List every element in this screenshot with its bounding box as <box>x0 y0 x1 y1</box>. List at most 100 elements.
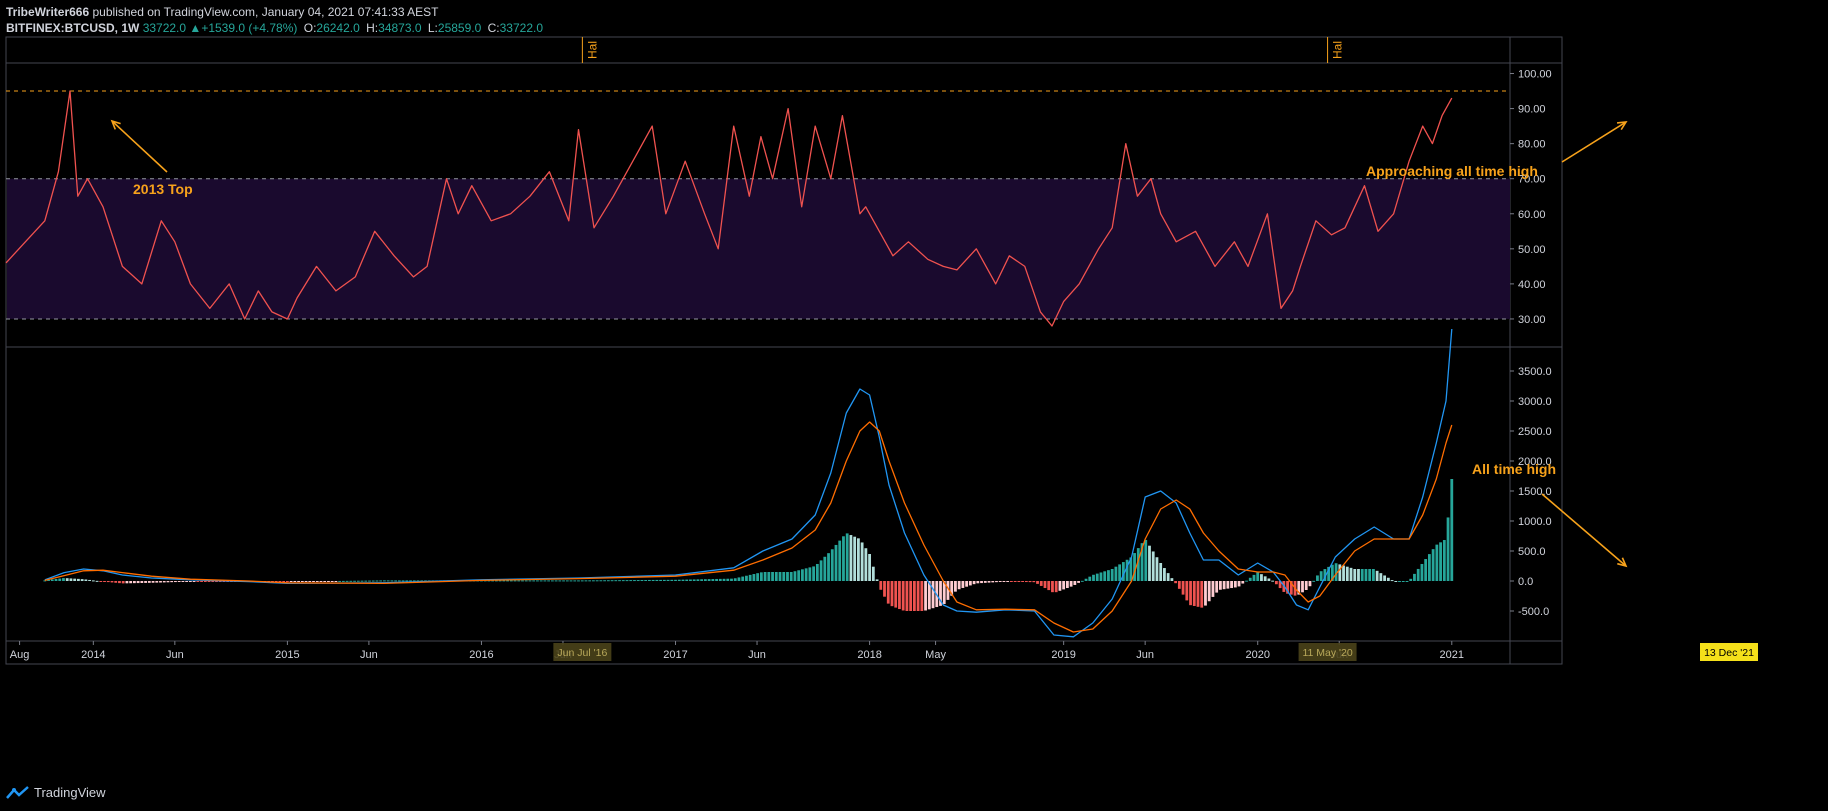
macd-histogram-bar <box>1233 581 1237 588</box>
macd-histogram-bar <box>1230 581 1233 589</box>
macd-histogram-bar <box>1394 581 1398 582</box>
macd-histogram-bar <box>924 581 927 611</box>
macd-histogram-bar <box>1237 581 1241 587</box>
macd-histogram-bar <box>1155 557 1159 581</box>
macd-histogram-bar <box>1002 581 1006 582</box>
macd-histogram-bar <box>162 581 166 583</box>
events-pane: Hal Hal <box>581 37 1345 63</box>
macd-histogram-bar <box>1151 551 1155 581</box>
macd-histogram-bar <box>330 581 334 582</box>
x-tick-label: Jun <box>1136 649 1154 661</box>
macd-histogram-bar <box>1263 576 1267 581</box>
macd-histogram-bar <box>50 579 54 581</box>
macd-histogram-bar <box>1144 539 1148 581</box>
macd-histogram-bar <box>898 581 901 610</box>
macd-y-tick-label: 3500.0 <box>1518 366 1552 378</box>
macd-histogram-bar <box>1010 581 1013 582</box>
macd-histogram-bar <box>1435 544 1439 581</box>
macd-histogram-bar <box>300 581 304 582</box>
macd-histogram-bar <box>1357 569 1360 581</box>
tradingview-logo-icon <box>6 785 29 799</box>
macd-histogram-bar <box>853 536 857 581</box>
macd-histogram-bar <box>722 578 726 581</box>
macd-histogram-bar <box>1043 581 1047 589</box>
macd-y-tick-label: 500.0 <box>1518 546 1546 558</box>
macd-histogram-bar <box>312 581 315 582</box>
macd-histogram-bar <box>980 581 983 584</box>
macd-histogram-bar <box>584 580 588 582</box>
macd-histogram-bar <box>293 581 297 582</box>
macd-y-tick-label: 0.0 <box>1518 576 1533 588</box>
macd-histogram-bar <box>1073 581 1077 585</box>
macd-histogram-bar <box>577 580 580 582</box>
macd-histogram-bar <box>73 578 77 581</box>
time-axis[interactable]: Aug 2014 Jun 2015 Jun 2016 Jun 2017 Jun 2018 May 20… <box>10 641 1758 661</box>
rsi-y-tick-label: 50.00 <box>1518 244 1546 256</box>
macd-histogram-bar <box>592 580 595 582</box>
halving-label: Hal <box>1331 41 1345 59</box>
macd-histogram-bar <box>364 580 368 582</box>
macd-histogram-bar <box>759 572 763 581</box>
macd-histogram-bar <box>856 538 860 581</box>
macd-histogram-bar <box>726 578 730 581</box>
macd-y-tick-label: 2500.0 <box>1518 426 1552 438</box>
x-tick-label: 2015 <box>275 649 299 661</box>
macd-histogram-bar <box>1390 580 1394 582</box>
macd-histogram-bar <box>1442 540 1446 581</box>
macd-histogram-bar <box>1368 569 1372 581</box>
macd-histogram-bar <box>1375 570 1379 581</box>
macd-histogram-bar <box>621 580 625 582</box>
rsi-y-tick-label: 60.00 <box>1518 209 1546 221</box>
macd-histogram-bar <box>386 580 390 582</box>
macd-histogram-bar <box>125 581 129 584</box>
macd-histogram-bar <box>509 580 513 582</box>
macd-histogram-bar <box>550 580 554 582</box>
macd-histogram-bar <box>397 580 401 582</box>
macd-histogram-bar <box>1159 563 1163 581</box>
macd-histogram-bar <box>1342 565 1345 581</box>
macd-histogram-bar <box>353 580 356 582</box>
macd-histogram-bar <box>203 581 207 582</box>
tradingview-brand[interactable]: TradingView <box>6 785 106 800</box>
macd-histogram-bar <box>1413 573 1416 581</box>
macd-histogram-bar <box>961 581 965 588</box>
macd-histogram-bar <box>1409 578 1413 581</box>
macd-histogram-bar <box>379 580 383 582</box>
macd-histogram-bar <box>1192 581 1196 606</box>
macd-histogram-bar <box>1312 580 1316 582</box>
macd-histogram-bar <box>1245 580 1248 582</box>
macd-histogram-bar <box>323 581 327 582</box>
macd-histogram-bar <box>1207 581 1211 602</box>
macd-histogram-bar <box>756 573 760 581</box>
macd-histogram-bar <box>972 581 976 585</box>
x-tick-label: 2016 <box>469 649 493 661</box>
macd-histogram-bar <box>886 581 890 604</box>
macd-histogram-bar <box>685 579 689 581</box>
chart-canvas[interactable]: Hal Hal 30.0040.0050.0060.0070.0080.0090.… <box>0 0 1828 811</box>
annotation-all-time-high: All time high <box>1472 461 1556 477</box>
macd-histogram-bar <box>1107 570 1110 581</box>
macd-histogram-bar <box>196 581 200 582</box>
macd-histogram-bar <box>517 580 521 582</box>
macd-histogram-bar <box>644 579 648 581</box>
macd-pane[interactable]: -500.00.0500.01000.01500.02000.02500.030… <box>43 328 1552 638</box>
annotation-approaching-ath-arrow-head <box>1616 121 1628 131</box>
macd-histogram-bar <box>1383 575 1387 581</box>
macd-histogram-bar <box>103 581 106 582</box>
rsi-y-tick-label: 100.00 <box>1518 69 1552 81</box>
macd-histogram-bar <box>521 580 524 582</box>
macd-histogram-bar <box>1226 581 1230 589</box>
macd-histogram-bar <box>845 533 849 581</box>
rsi-y-tick-label: 90.00 <box>1518 104 1546 116</box>
cursor-date-label: 13 Dec '21 <box>1704 647 1754 659</box>
rsi-pane[interactable]: 30.0040.0050.0060.0070.0080.0090.00100.0… <box>5 69 1552 327</box>
macd-histogram-bar <box>595 580 599 582</box>
macd-histogram-bar <box>1372 569 1375 581</box>
macd-histogram-bar <box>677 579 681 581</box>
macd-histogram-bar <box>700 579 704 581</box>
macd-histogram-bar <box>121 581 125 584</box>
x-marker-label: 11 May '20 <box>1302 647 1352 659</box>
macd-histogram-bar <box>767 572 771 581</box>
macd-histogram-bar <box>998 581 1002 582</box>
macd-histogram-bar <box>849 535 853 581</box>
